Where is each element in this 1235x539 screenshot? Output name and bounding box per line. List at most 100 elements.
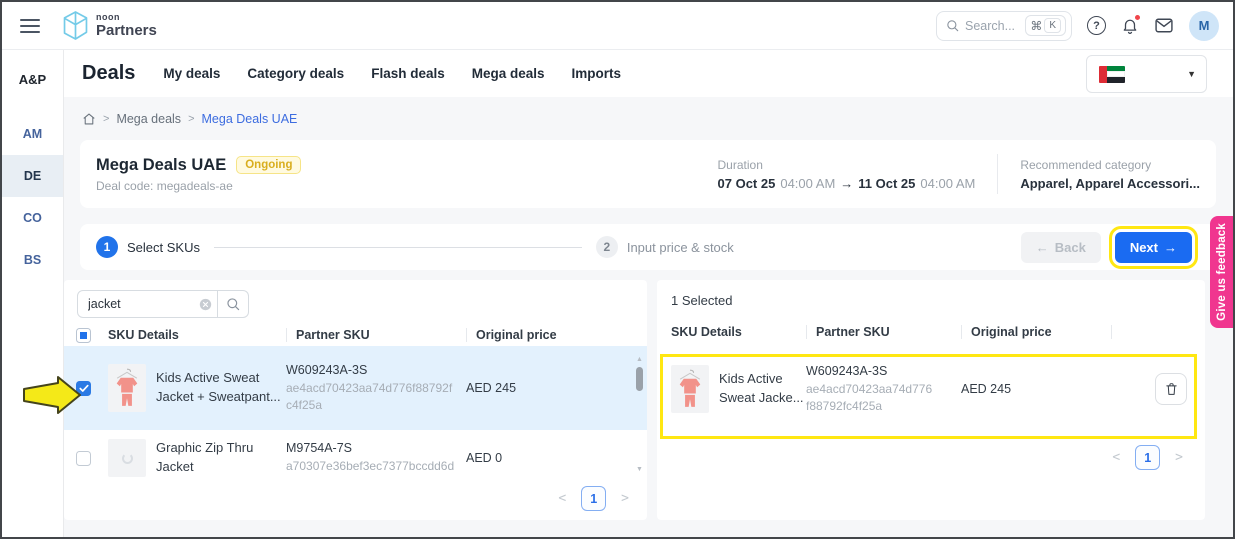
select-all-checkbox[interactable] — [76, 327, 91, 343]
logo-noon-text: noon — [96, 12, 120, 22]
stepper-card: 1 Select SKUs 2 Input price & stock ← Ba… — [80, 224, 1216, 270]
sidebar-item-co[interactable]: CO — [2, 197, 63, 239]
logo-partners-text: Partners — [96, 22, 157, 39]
deal-header-card: Mega Deals UAE Ongoing Deal code: megade… — [80, 140, 1216, 208]
column-original-price: Original price — [961, 317, 1111, 347]
prev-page-icon[interactable]: < — [558, 491, 566, 506]
top-bar: noon Partners Search... ⌘ K ? M — [2, 2, 1233, 50]
table-row[interactable]: Kids Active Sweat Jacket + Sweatpant... … — [64, 346, 647, 430]
status-badge: Ongoing — [236, 156, 302, 174]
partner-sku: W609243A-3S — [806, 363, 888, 378]
next-button[interactable]: Next → — [1108, 225, 1199, 269]
home-icon[interactable] — [82, 112, 96, 126]
product-image — [108, 364, 146, 412]
trash-icon — [1165, 383, 1177, 395]
tab-imports[interactable]: Imports — [572, 66, 622, 81]
selected-skus-panel: 1 Selected SKU Details Partner SKU Origi… — [657, 280, 1205, 520]
delete-sku-button[interactable] — [1155, 373, 1187, 405]
original-price: AED 0 — [466, 451, 503, 465]
back-button[interactable]: ← Back — [1020, 231, 1101, 263]
original-price: AED 245 — [961, 382, 1012, 396]
tab-category-deals[interactable]: Category deals — [247, 66, 344, 81]
search-submit-button[interactable] — [218, 290, 249, 318]
mail-icon[interactable] — [1154, 17, 1174, 34]
sidebar-item-bs[interactable]: BS — [2, 239, 63, 281]
user-avatar[interactable]: M — [1189, 10, 1219, 41]
row-checkbox[interactable] — [76, 450, 91, 466]
tab-flash-deals[interactable]: Flash deals — [371, 66, 445, 81]
row-checkbox[interactable] — [76, 380, 91, 396]
duration-label: Duration — [717, 157, 763, 172]
sku-hash: ae4acd70423aa74d776f88792f c4f25a — [286, 380, 453, 412]
command-icon: ⌘ — [1030, 18, 1043, 33]
step-connector — [213, 246, 582, 248]
duration-block: Duration 07 Oct 25 04:00 AM → 11 Oct 25 … — [718, 158, 976, 191]
hamburger-menu-icon[interactable] — [20, 18, 40, 33]
product-image-placeholder — [108, 439, 146, 477]
help-icon[interactable]: ? — [1087, 16, 1106, 35]
right-pagination: < 1 > — [657, 445, 1205, 470]
loading-spinner-icon — [121, 452, 133, 464]
sku-table-header: SKU Details Partner SKU Original price — [64, 324, 647, 346]
prev-page-icon[interactable]: < — [1112, 450, 1120, 465]
breadcrumb: > Mega deals > Mega Deals UAE — [82, 110, 1233, 128]
selected-table-header: SKU Details Partner SKU Original price — [657, 317, 1205, 347]
partner-sku: W609243A-3S — [286, 362, 368, 377]
give-feedback-tab[interactable]: Give us feedback — [1210, 216, 1233, 328]
scrollbar-thumb[interactable] — [636, 367, 643, 391]
deals-nav-row: Deals My deals Category deals Flash deal… — [64, 50, 1233, 97]
scroll-down-icon[interactable]: ▼ — [636, 466, 643, 474]
breadcrumb-separator: > — [103, 113, 110, 125]
page-title: Deals — [82, 62, 136, 84]
arrow-right-icon: → — [840, 175, 854, 191]
tab-mega-deals[interactable]: Mega deals — [472, 66, 545, 81]
search-placeholder: Search... — [965, 18, 1016, 33]
global-search-input[interactable]: Search... ⌘ K — [936, 10, 1072, 41]
product-name: Kids Active Sweat Jacke... — [719, 371, 804, 405]
category-value: Apparel, Apparel Accessori... — [1020, 175, 1200, 191]
sku-hash: ae4acd70423aa74d776 f88792fc4f25a — [806, 381, 933, 413]
breadcrumb-mega-deals[interactable]: Mega deals — [116, 112, 181, 126]
partner-sku: M9754A-7S — [286, 441, 353, 456]
next-page-icon[interactable]: > — [621, 491, 629, 506]
column-partner-sku: Partner SKU — [286, 324, 466, 346]
start-date: 07 Oct 25 — [717, 175, 776, 191]
next-page-icon[interactable]: > — [1175, 450, 1183, 465]
shortcut-key: K — [1044, 18, 1061, 33]
table-row[interactable]: Graphic Zip Thru Jacket M9754A-7S a70307… — [64, 430, 647, 486]
step-2-label: Input price & stock — [626, 239, 734, 255]
page-number[interactable]: 1 — [1135, 445, 1161, 470]
scroll-up-icon[interactable]: ▲ — [636, 356, 643, 364]
table-row: Kids Active Sweat Jacke... W609243A-3S a… — [657, 347, 1205, 431]
content-area: > Mega deals > Mega Deals UAE Mega Deals… — [64, 97, 1233, 537]
app-window: noon Partners Search... ⌘ K ? M A&P AM D… — [0, 0, 1235, 539]
sidebar-item-de[interactable]: DE — [2, 155, 63, 197]
page-number[interactable]: 1 — [581, 486, 607, 511]
check-icon — [78, 384, 89, 392]
category-label: Recommended category — [1020, 157, 1152, 172]
column-actions — [1111, 317, 1205, 347]
recommended-category-block: Recommended category Apparel, Apparel Ac… — [1020, 158, 1200, 191]
product-name: Graphic Zip Thru Jacket — [156, 440, 254, 474]
sku-search-panel: SKU Details Partner SKU Original price — [64, 280, 647, 520]
logo-cube-icon — [63, 11, 88, 40]
arrow-left-icon: ← — [1035, 239, 1049, 255]
sku-search-input[interactable] — [77, 290, 218, 318]
search-icon — [947, 20, 959, 32]
column-sku-details: SKU Details — [108, 328, 179, 342]
noon-partners-logo[interactable]: noon Partners — [62, 10, 157, 41]
shortcut-badge: ⌘ K — [1025, 15, 1066, 36]
clear-search-icon[interactable] — [199, 298, 212, 311]
step-input-price-stock: 2 Input price & stock — [595, 236, 734, 258]
product-image — [671, 365, 709, 413]
column-original-price: Original price — [466, 324, 647, 346]
divider — [997, 154, 999, 194]
table-scrollbar[interactable]: ▲ ▼ — [634, 356, 645, 474]
country-selector[interactable]: ▼ — [1086, 55, 1207, 93]
end-date: 11 Oct 25 — [858, 175, 916, 191]
tab-my-deals[interactable]: My deals — [163, 66, 220, 81]
notifications-bell-icon[interactable] — [1121, 14, 1141, 35]
uae-flag-icon — [1099, 65, 1125, 83]
sidebar-item-am[interactable]: AM — [2, 113, 63, 155]
product-name: Kids Active Sweat Jacket + Sweatpant... — [156, 370, 281, 404]
